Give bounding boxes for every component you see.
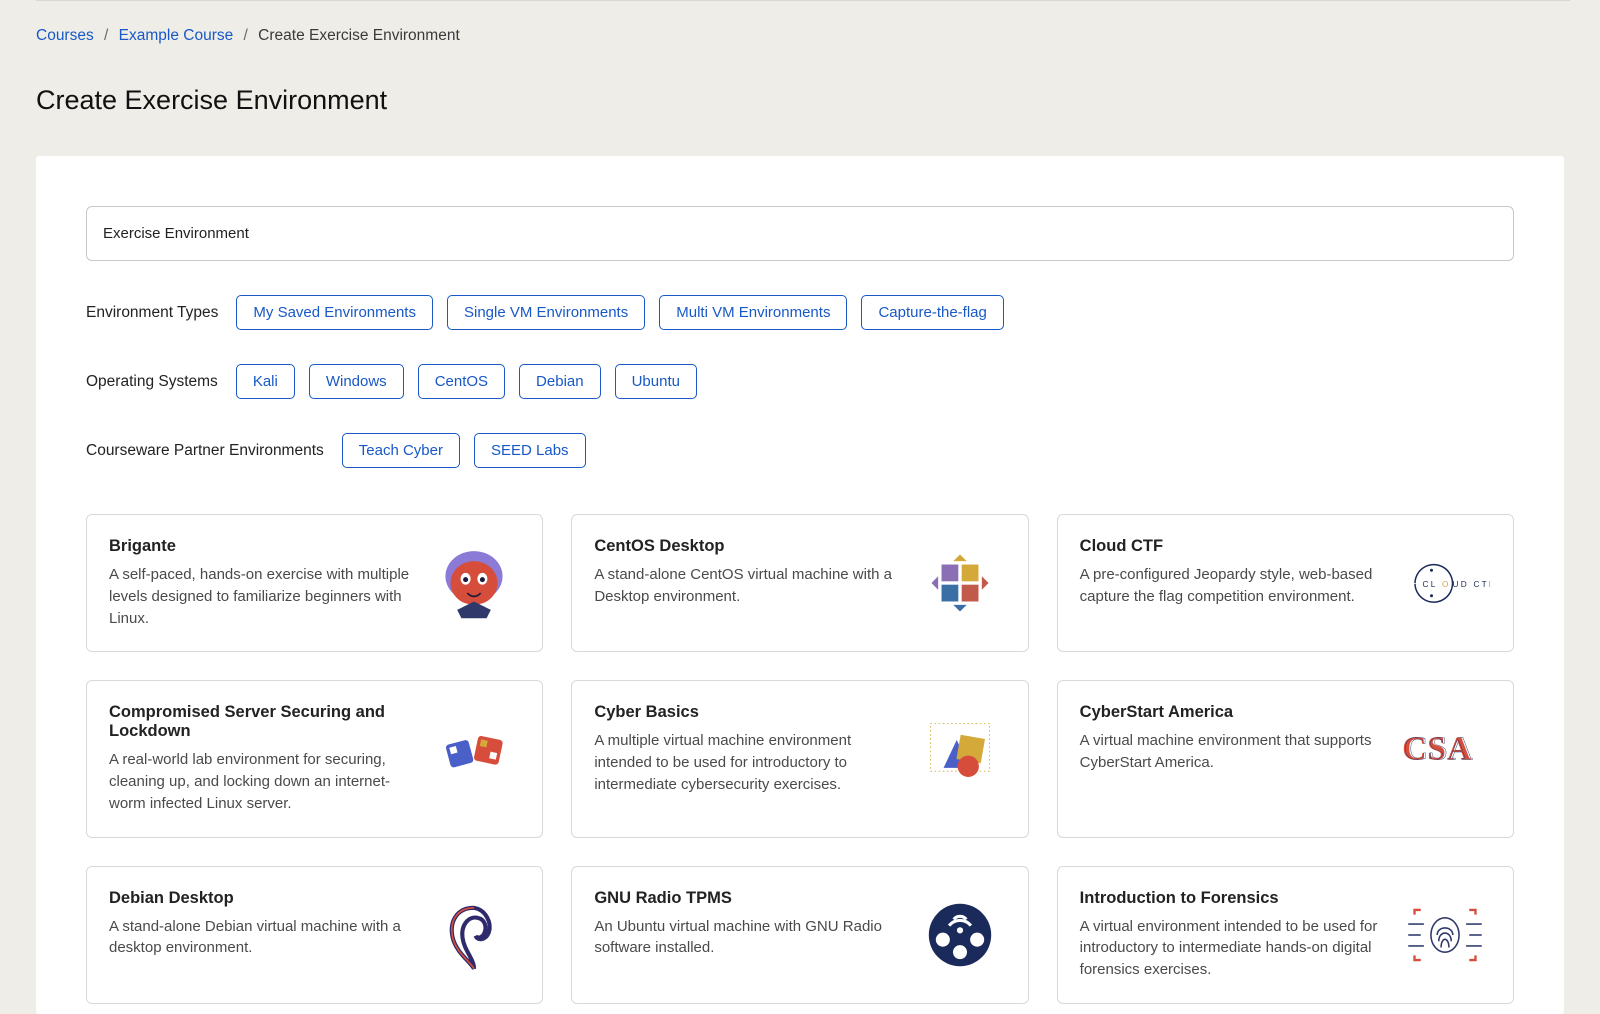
cloud-ctf-icon: CL O UD CTF <box>1399 537 1491 629</box>
svg-text:UD CTF: UD CTF <box>1453 580 1491 589</box>
debian-icon <box>428 889 520 981</box>
pill-group-operating-systems: Kali Windows CentOS Debian Ubuntu <box>236 364 697 399</box>
card-description: A stand-alone Debian virtual machine wit… <box>109 916 414 960</box>
pill-centos[interactable]: CentOS <box>418 364 505 399</box>
breadcrumb-separator: / <box>98 27 114 44</box>
pill-windows[interactable]: Windows <box>309 364 404 399</box>
card-title: CentOS Desktop <box>594 537 899 556</box>
card-compromised-server[interactable]: Compromised Server Securing and Lockdown… <box>86 680 543 837</box>
breadcrumb-separator: / <box>238 27 254 44</box>
card-introduction-to-forensics[interactable]: Introduction to Forensics A virtual envi… <box>1057 866 1514 1004</box>
pill-my-saved-environments[interactable]: My Saved Environments <box>236 295 433 330</box>
cyber-basics-icon <box>914 703 1006 795</box>
pill-single-vm-environments[interactable]: Single VM Environments <box>447 295 645 330</box>
svg-text:CSA: CSA <box>1404 731 1474 768</box>
brigante-icon <box>428 537 520 629</box>
card-title: Cyber Basics <box>594 703 899 722</box>
filter-label-operating-systems: Operating Systems <box>86 373 218 391</box>
forensics-icon <box>1399 889 1491 981</box>
page-title: Create Exercise Environment <box>0 45 1600 156</box>
card-description: A multiple virtual machine environment i… <box>594 730 899 795</box>
pill-kali[interactable]: Kali <box>236 364 295 399</box>
card-brigante[interactable]: Brigante A self-paced, hands-on exercise… <box>86 514 543 652</box>
card-description: An Ubuntu virtual machine with GNU Radio… <box>594 916 899 960</box>
card-title: Introduction to Forensics <box>1080 889 1385 908</box>
pill-teach-cyber[interactable]: Teach Cyber <box>342 433 460 468</box>
filter-label-environment-types: Environment Types <box>86 304 218 322</box>
card-description: A virtual machine environment that suppo… <box>1080 730 1385 774</box>
svg-text:CL: CL <box>1423 580 1438 589</box>
filter-row-environment-types: Environment Types My Saved Environments … <box>86 295 1514 330</box>
card-description: A self-paced, hands-on exercise with mul… <box>109 564 414 629</box>
card-debian-desktop[interactable]: Debian Desktop A stand-alone Debian virt… <box>86 866 543 1004</box>
centos-icon <box>914 537 1006 629</box>
filter-row-courseware-partner: Courseware Partner Environments Teach Cy… <box>86 433 1514 468</box>
breadcrumb-link-courses[interactable]: Courses <box>36 27 94 44</box>
gnu-radio-icon <box>914 889 1006 981</box>
csa-icon: CSA CSA <box>1399 703 1491 795</box>
compromised-server-icon <box>428 703 520 795</box>
card-title: GNU Radio TPMS <box>594 889 899 908</box>
pill-seed-labs[interactable]: SEED Labs <box>474 433 586 468</box>
card-title: Brigante <box>109 537 414 556</box>
pill-ubuntu[interactable]: Ubuntu <box>615 364 697 399</box>
card-description: A real-world lab environment for securin… <box>109 749 414 814</box>
filter-label-courseware-partner: Courseware Partner Environments <box>86 442 324 460</box>
main-panel: Environment Types My Saved Environments … <box>36 156 1564 1014</box>
card-title: CyberStart America <box>1080 703 1385 722</box>
pill-group-environment-types: My Saved Environments Single VM Environm… <box>236 295 1003 330</box>
pill-multi-vm-environments[interactable]: Multi VM Environments <box>659 295 847 330</box>
card-cloud-ctf[interactable]: Cloud CTF A pre-configured Jeopardy styl… <box>1057 514 1514 652</box>
filter-row-operating-systems: Operating Systems Kali Windows CentOS De… <box>86 364 1514 399</box>
card-description: A virtual environment intended to be use… <box>1080 916 1385 981</box>
pill-debian[interactable]: Debian <box>519 364 601 399</box>
environment-name-input[interactable] <box>86 206 1514 261</box>
breadcrumb: Courses / Example Course / Create Exerci… <box>0 1 1600 45</box>
card-gnu-radio-tpms[interactable]: GNU Radio TPMS An Ubuntu virtual machine… <box>571 866 1028 1004</box>
card-cyber-basics[interactable]: Cyber Basics A multiple virtual machine … <box>571 680 1028 837</box>
pill-group-courseware-partner: Teach Cyber SEED Labs <box>342 433 586 468</box>
environment-cards-grid: Brigante A self-paced, hands-on exercise… <box>86 514 1514 1014</box>
pill-capture-the-flag[interactable]: Capture-the-flag <box>861 295 1003 330</box>
svg-text:O: O <box>1442 580 1451 589</box>
breadcrumb-link-example-course[interactable]: Example Course <box>119 27 234 44</box>
card-title: Cloud CTF <box>1080 537 1385 556</box>
card-title: Debian Desktop <box>109 889 414 908</box>
card-centos-desktop[interactable]: CentOS Desktop A stand-alone CentOS virt… <box>571 514 1028 652</box>
card-cyberstart-america[interactable]: CyberStart America A virtual machine env… <box>1057 680 1514 837</box>
card-title: Compromised Server Securing and Lockdown <box>109 703 414 741</box>
breadcrumb-current: Create Exercise Environment <box>258 27 460 44</box>
card-description: A pre-configured Jeopardy style, web-bas… <box>1080 564 1385 608</box>
card-description: A stand-alone CentOS virtual machine wit… <box>594 564 899 608</box>
